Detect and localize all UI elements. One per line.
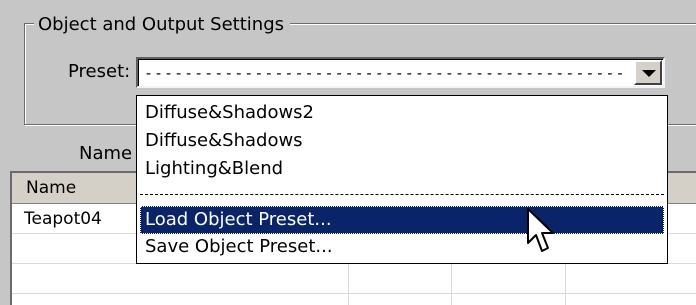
column-header-name[interactable]: Name [26,177,76,199]
name-label: Name [79,143,133,164]
preset-option-diffuse-shadows[interactable]: Diffuse&Shadows [140,127,664,155]
preset-dropdown[interactable]: ----------------------------------------… [136,57,665,88]
preset-option-lighting-blend[interactable]: Lighting&Blend [140,155,664,183]
load-object-preset-option[interactable]: Load Object Preset... [140,206,664,234]
dropdown-separator [140,194,664,195]
chevron-down-icon [642,70,656,77]
preset-label: Preset: [68,61,131,82]
save-object-preset-option[interactable]: Save Object Preset... [140,233,664,261]
group-title: Object and Output Settings [34,14,291,36]
preset-dropdown-button[interactable] [634,60,662,85]
preset-dropdown-list: Diffuse&Shadows2 Diffuse&Shadows Lightin… [136,95,668,264]
render-settings-window: Object and Output Settings Preset: -----… [0,0,696,305]
table-row-empty [12,264,696,294]
table-cell-name: Teapot04 [24,209,102,229]
mouse-pointer-icon [527,208,554,252]
preset-value: ----------------------------------------… [144,64,624,82]
preset-option-diffuse-shadows2[interactable]: Diffuse&Shadows2 [140,99,664,127]
